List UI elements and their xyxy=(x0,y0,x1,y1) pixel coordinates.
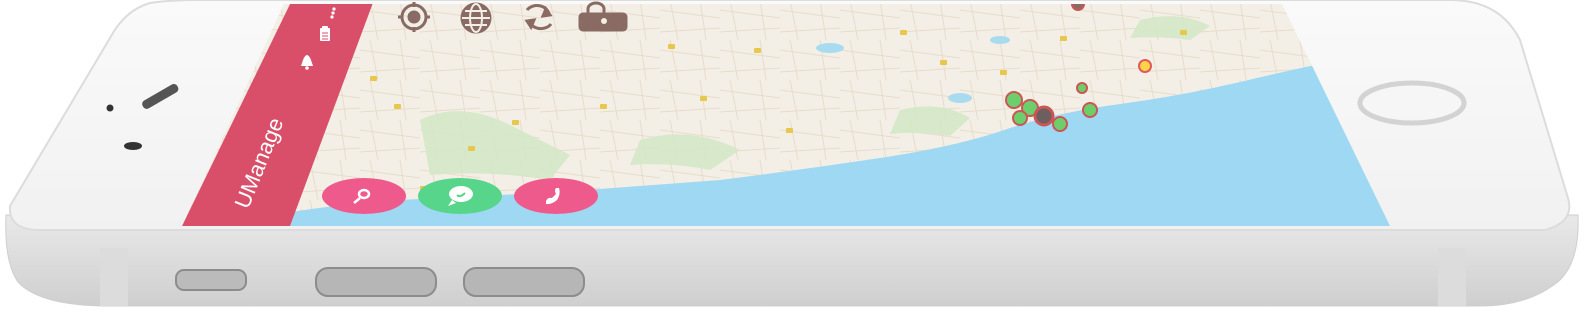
globe-icon[interactable] xyxy=(460,2,492,34)
front-camera xyxy=(106,104,114,112)
map-lake xyxy=(948,93,972,103)
phone-button[interactable] xyxy=(514,178,598,214)
poi-marker[interactable] xyxy=(370,76,377,81)
poi-marker[interactable] xyxy=(786,128,793,133)
poi-marker[interactable] xyxy=(900,30,907,35)
side-groove-left xyxy=(100,248,128,306)
poi-marker[interactable] xyxy=(1180,30,1187,35)
poi-marker[interactable] xyxy=(668,44,675,49)
poi-marker[interactable] xyxy=(940,60,947,65)
volume-down-button[interactable] xyxy=(463,267,585,297)
side-groove-right xyxy=(1438,248,1466,306)
cluster-marker[interactable] xyxy=(1012,110,1028,126)
poi-marker[interactable] xyxy=(468,146,475,151)
chat-button[interactable] xyxy=(418,178,502,214)
poi-marker[interactable] xyxy=(512,120,519,125)
phone-svg: UManage xyxy=(5,0,1579,307)
map-lake xyxy=(990,36,1010,44)
clipboard-icon[interactable] xyxy=(320,26,330,41)
cluster-marker[interactable] xyxy=(1076,82,1088,94)
search-button[interactable] xyxy=(322,178,406,214)
cluster-marker[interactable] xyxy=(1052,116,1068,132)
poi-marker[interactable] xyxy=(700,96,707,101)
poi-marker[interactable] xyxy=(754,48,761,53)
fab-group xyxy=(322,178,598,214)
cluster-marker[interactable] xyxy=(1005,91,1023,109)
cluster-marker[interactable] xyxy=(1033,105,1055,127)
cluster-marker[interactable] xyxy=(1082,102,1098,118)
poi-marker[interactable] xyxy=(600,104,607,109)
mute-switch[interactable] xyxy=(175,269,247,291)
map-lake xyxy=(816,43,844,53)
phone-mockup: UManage xyxy=(0,0,1585,309)
poi-marker[interactable] xyxy=(394,104,401,109)
map-pin[interactable] xyxy=(1138,59,1152,73)
volume-up-button[interactable] xyxy=(315,267,437,297)
poi-marker[interactable] xyxy=(1060,36,1067,41)
poi-marker[interactable] xyxy=(1000,70,1007,75)
proximity-sensor xyxy=(124,142,142,150)
